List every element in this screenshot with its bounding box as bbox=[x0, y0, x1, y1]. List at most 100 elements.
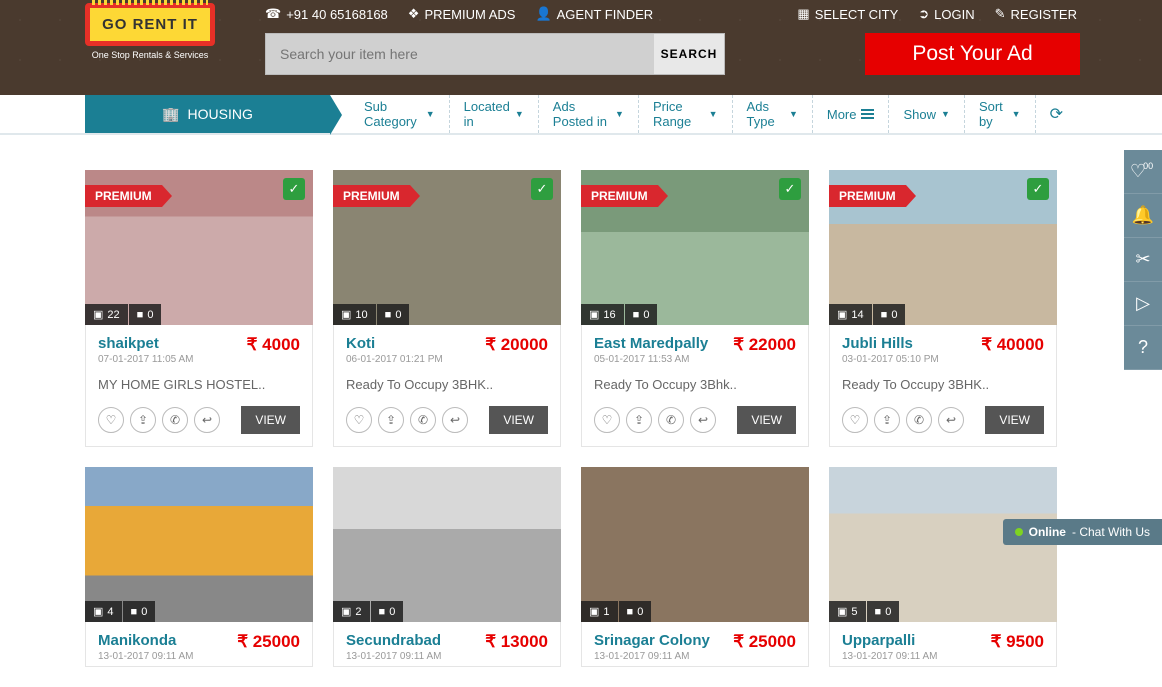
favorite-button[interactable]: ♡ bbox=[842, 407, 868, 433]
view-button[interactable]: VIEW bbox=[985, 406, 1044, 434]
view-button[interactable]: VIEW bbox=[737, 406, 796, 434]
listing-card[interactable]: ▣ 2■ 0Secundrabad13-01-2017 09:11 AM₹ 13… bbox=[333, 467, 561, 667]
listing-card[interactable]: ▣ 5■ 0Upparpalli13-01-2017 09:11 AM₹ 950… bbox=[829, 467, 1057, 667]
refresh-button[interactable]: ⟳ bbox=[1036, 95, 1077, 133]
listing-image: PREMIUM✓▣ 16■ 0 bbox=[581, 170, 809, 325]
listing-card[interactable]: PREMIUM✓▣ 22■ 0shaikpet07-01-2017 11:05 … bbox=[85, 170, 313, 447]
listing-title[interactable]: Jubli Hills bbox=[842, 335, 939, 352]
filter-located-in[interactable]: Located in▼ bbox=[450, 95, 539, 133]
listing-date: 03-01-2017 05:10 PM bbox=[842, 354, 939, 365]
filter-sort-by[interactable]: Sort by▼ bbox=[965, 95, 1036, 133]
premium-badge: PREMIUM bbox=[829, 185, 906, 207]
favorite-button[interactable]: ♡ bbox=[594, 407, 620, 433]
photo-icon: ▣ bbox=[93, 605, 103, 618]
reply-button[interactable]: ↩ bbox=[938, 407, 964, 433]
listing-card[interactable]: PREMIUM✓▣ 16■ 0 East Maredpally 05-01-2017… bbox=[581, 170, 809, 447]
listing-title[interactable]: Koti bbox=[346, 335, 443, 352]
reply-button[interactable]: ↩ bbox=[442, 407, 468, 433]
search-button[interactable]: SEARCH bbox=[654, 34, 724, 74]
bell-icon: 🔔 bbox=[1132, 205, 1154, 226]
help-button[interactable]: ? bbox=[1124, 326, 1162, 370]
play-button[interactable]: ▷ bbox=[1124, 282, 1162, 326]
search-input[interactable] bbox=[266, 34, 654, 74]
premium-badge: PREMIUM bbox=[333, 185, 410, 207]
phone-icon: ☎ bbox=[265, 6, 281, 22]
premium-badge: PREMIUM bbox=[85, 185, 162, 207]
filter-sub-category[interactable]: Sub Category▼ bbox=[350, 95, 450, 133]
video-icon: ■ bbox=[881, 309, 888, 321]
housing-tab[interactable]: 🏢 HOUSING bbox=[85, 95, 330, 133]
listing-price: ₹ 40000 bbox=[981, 335, 1044, 355]
favorite-button[interactable]: ♡ bbox=[98, 407, 124, 433]
listing-title[interactable]: Manikonda bbox=[98, 632, 193, 649]
media-counts: ▣ 16■ 0 bbox=[581, 304, 658, 325]
video-icon: ■ bbox=[137, 309, 144, 321]
menu-icon bbox=[861, 109, 874, 119]
photo-count: ▣ 5 bbox=[829, 601, 866, 622]
media-counts: ▣ 1■ 0 bbox=[581, 601, 652, 622]
listing-title[interactable]: Secundrabad bbox=[346, 632, 441, 649]
view-button[interactable]: VIEW bbox=[241, 406, 300, 434]
logo-tagline: One Stop Rentals & Services bbox=[85, 50, 215, 60]
share-button[interactable]: ⇪ bbox=[130, 407, 156, 433]
reply-button[interactable]: ↩ bbox=[194, 407, 220, 433]
login-link[interactable]: ➲LOGIN bbox=[918, 6, 974, 22]
share-button[interactable]: ⇪ bbox=[378, 407, 404, 433]
photo-icon: ▣ bbox=[341, 605, 351, 618]
listing-title[interactable]: Upparpalli bbox=[842, 632, 937, 649]
media-counts: ▣ 2■ 0 bbox=[333, 601, 404, 622]
question-icon: ? bbox=[1138, 337, 1148, 358]
listing-title[interactable]: shaikpet bbox=[98, 335, 193, 352]
listing-price: ₹ 25000 bbox=[237, 632, 300, 652]
photo-count: ▣ 1 bbox=[581, 601, 618, 622]
verified-icon: ✓ bbox=[283, 178, 305, 200]
photo-icon: ▣ bbox=[341, 308, 351, 321]
reply-icon: ↩ bbox=[946, 413, 956, 427]
listing-price: ₹ 20000 bbox=[485, 335, 548, 355]
filter-show[interactable]: Show▼ bbox=[889, 95, 964, 133]
listing-card[interactable]: ▣ 4■ 0Manikonda13-01-2017 09:11 AM₹ 2500… bbox=[85, 467, 313, 667]
call-button[interactable]: ✆ bbox=[410, 407, 436, 433]
listing-image: ▣ 2■ 0 bbox=[333, 467, 561, 622]
play-icon: ▷ bbox=[1136, 293, 1150, 314]
wishlist-button[interactable]: ♡00 bbox=[1124, 150, 1162, 194]
filter-more[interactable]: More bbox=[813, 95, 890, 133]
listing-card[interactable]: ▣ 1■ 0Srinagar Colony13-01-2017 09:11 AM… bbox=[581, 467, 809, 667]
favorite-button[interactable]: ♡ bbox=[346, 407, 372, 433]
call-button[interactable]: ✆ bbox=[162, 407, 188, 433]
view-button[interactable]: VIEW bbox=[489, 406, 548, 434]
listing-card[interactable]: PREMIUM✓▣ 14■ 0Jubli Hills03-01-2017 05:… bbox=[829, 170, 1057, 447]
photo-count: ▣ 10 bbox=[333, 304, 376, 325]
video-count: ■ 0 bbox=[873, 304, 906, 325]
chat-widget[interactable]: Online - Chat With Us bbox=[1003, 519, 1162, 545]
chevron-down-icon: ▼ bbox=[615, 109, 624, 119]
compare-button[interactable]: ✂ bbox=[1124, 238, 1162, 282]
premium-ads-link[interactable]: ❖PREMIUM ADS bbox=[408, 6, 516, 22]
photo-count: ▣ 14 bbox=[829, 304, 872, 325]
share-button[interactable]: ⇪ bbox=[874, 407, 900, 433]
call-button[interactable]: ✆ bbox=[658, 407, 684, 433]
search-box: SEARCH bbox=[265, 33, 725, 75]
media-counts: ▣ 22■ 0 bbox=[85, 304, 162, 325]
online-dot-icon bbox=[1015, 528, 1023, 536]
register-link[interactable]: ✎REGISTER bbox=[995, 6, 1077, 22]
filter-ads-type[interactable]: Ads Type▼ bbox=[733, 95, 813, 133]
premium-badge: PREMIUM bbox=[581, 185, 658, 207]
logo[interactable]: GO RENT IT One Stop Rentals & Services bbox=[85, 3, 215, 83]
phone-link[interactable]: ☎+91 40 65168168 bbox=[265, 6, 388, 22]
reply-button[interactable]: ↩ bbox=[690, 407, 716, 433]
video-icon: ■ bbox=[627, 606, 634, 618]
listing-title[interactable]: East Maredpally bbox=[594, 335, 708, 352]
reply-icon: ↩ bbox=[202, 413, 212, 427]
agent-finder-link[interactable]: 👤AGENT FINDER bbox=[535, 6, 653, 22]
filter-price-range[interactable]: Price Range▼ bbox=[639, 95, 733, 133]
filter-ads-posted-in[interactable]: Ads Posted in▼ bbox=[539, 95, 639, 133]
notifications-button[interactable]: 🔔 bbox=[1124, 194, 1162, 238]
post-ad-button[interactable]: Post Your Ad bbox=[865, 33, 1080, 75]
share-button[interactable]: ⇪ bbox=[626, 407, 652, 433]
listing-title[interactable]: Srinagar Colony bbox=[594, 632, 710, 649]
select-city-link[interactable]: ▦SELECT CITY bbox=[797, 6, 898, 22]
call-button[interactable]: ✆ bbox=[906, 407, 932, 433]
listing-date: 05-01-2017 11:53 AM bbox=[594, 354, 708, 365]
listing-card[interactable]: PREMIUM✓▣ 10■ 0Koti06-01-2017 01:21 PM₹ … bbox=[333, 170, 561, 447]
